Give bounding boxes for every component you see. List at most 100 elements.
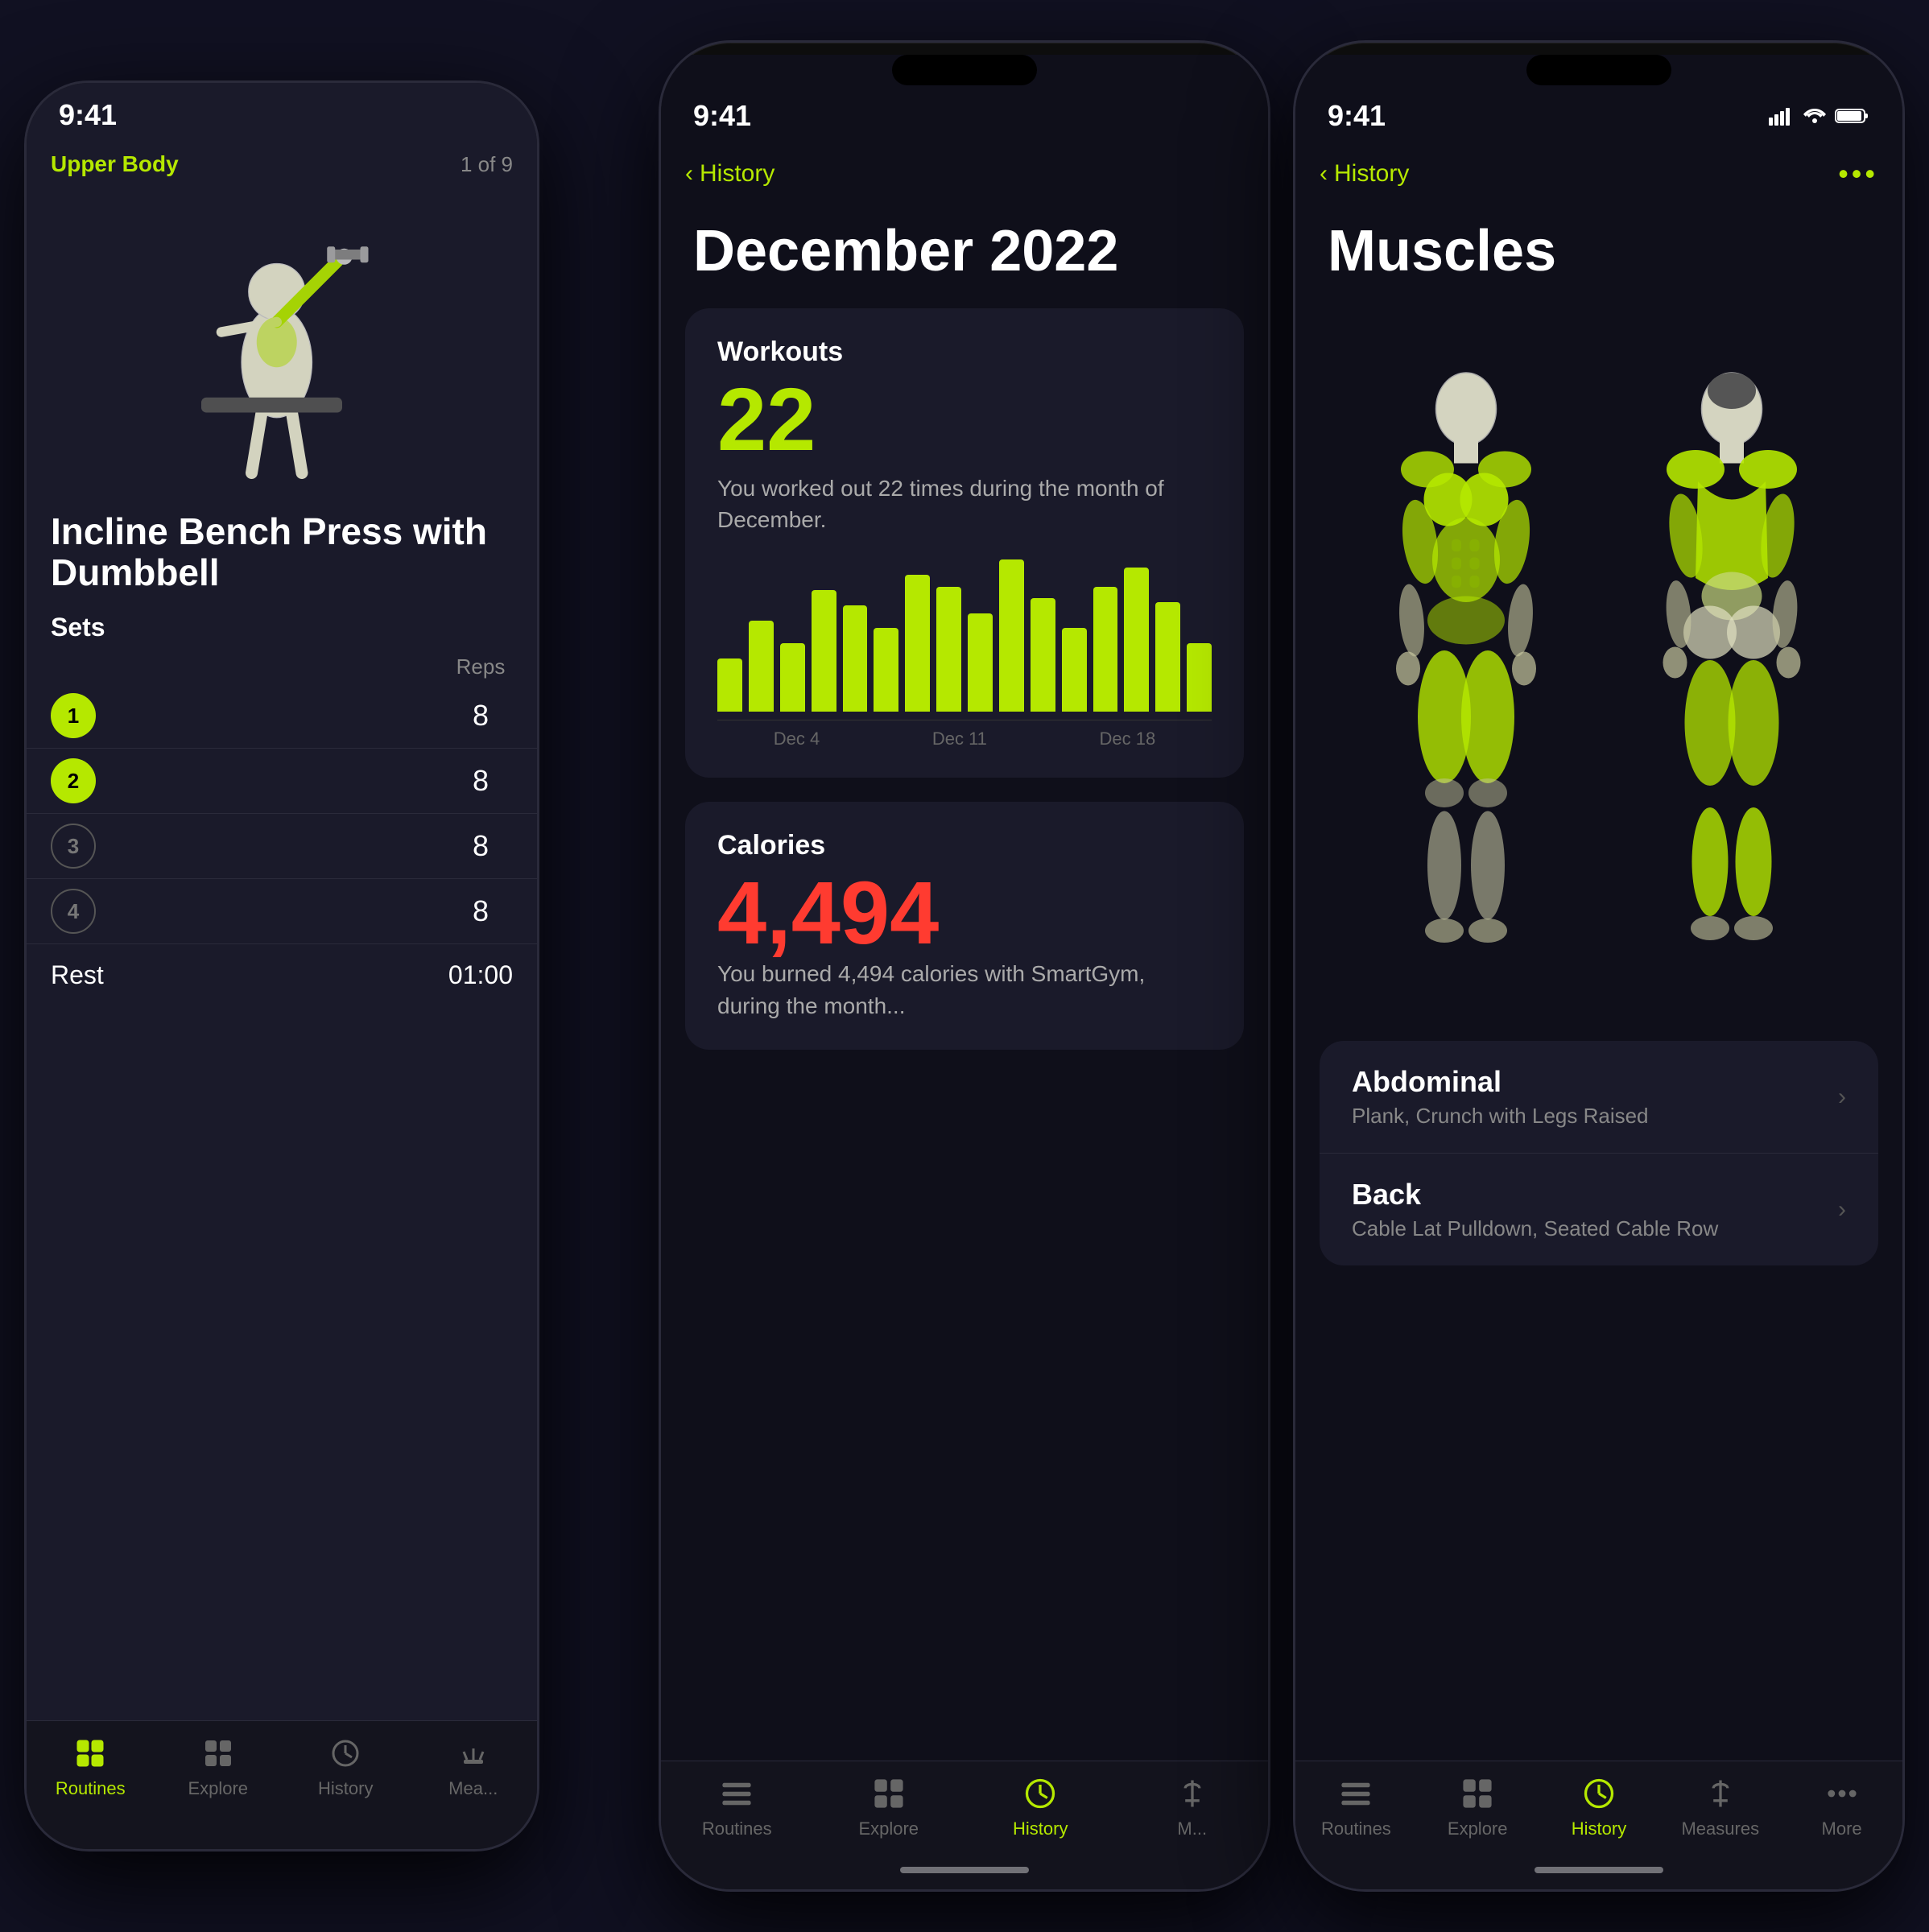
set-reps-2: 8	[448, 764, 513, 798]
reps-header: Reps	[448, 654, 513, 679]
measures-icon-right	[1700, 1773, 1741, 1814]
explore-icon-center	[869, 1773, 909, 1814]
bar-13	[1093, 587, 1118, 712]
back-chevron-right: ‹	[1320, 160, 1328, 188]
phone-left: 9:41 Upper Body 1 of 9	[24, 80, 539, 1852]
history-icon-right	[1579, 1773, 1619, 1814]
tab-label-routines-right: Routines	[1321, 1818, 1391, 1839]
tab-more-right[interactable]: More	[1781, 1773, 1902, 1839]
muscle-exercises-back: Cable Lat Pulldown, Seated Cable Row	[1352, 1216, 1718, 1241]
muscle-item-abdominal[interactable]: Abdominal Plank, Crunch with Legs Raised…	[1320, 1041, 1878, 1154]
status-bar-center: 9:41	[661, 89, 1268, 146]
workout-title: Upper Body	[51, 151, 179, 177]
bar-10	[999, 559, 1024, 712]
tab-history-center[interactable]: History	[964, 1773, 1117, 1839]
bar-2	[749, 621, 774, 712]
bar-9	[968, 613, 993, 712]
workouts-description: You worked out 22 times during the month…	[717, 473, 1212, 535]
phone-right: 9:41 ‹ History ••• Muscles	[1293, 40, 1905, 1892]
home-indicator-center	[900, 1867, 1029, 1873]
tab-label-more-center: M...	[1177, 1818, 1207, 1839]
tab-label-explore-left: Explore	[188, 1778, 248, 1799]
sets-label: Sets	[27, 597, 537, 650]
phones-container: 9:41 Upper Body 1 of 9	[0, 0, 1929, 1932]
bar-6	[874, 628, 898, 712]
set-number-3: 3	[51, 824, 96, 869]
chart-label-2: Dec 11	[932, 729, 987, 749]
bar-16	[1187, 643, 1212, 712]
tab-explore-left[interactable]: Explore	[155, 1733, 283, 1799]
workouts-title: Workouts	[717, 336, 1212, 368]
back-label-right: History	[1334, 160, 1409, 188]
routines-icon-center	[717, 1773, 757, 1814]
bar-14	[1124, 568, 1149, 712]
tab-label-history-center: History	[1013, 1818, 1068, 1839]
rest-row: Rest 01:00	[27, 944, 537, 1006]
back-chevron-center: ‹	[685, 160, 693, 188]
set-reps-3: 8	[448, 829, 513, 863]
muscle-list: Abdominal Plank, Crunch with Legs Raised…	[1320, 1041, 1878, 1265]
workout-header: Upper Body 1 of 9	[27, 139, 537, 189]
tab-label-history-right: History	[1572, 1818, 1626, 1839]
nav-bar-right: ‹ History •••	[1295, 146, 1902, 202]
history-icon-left	[325, 1733, 366, 1773]
muscle-item-back[interactable]: Back Cable Lat Pulldown, Seated Cable Ro…	[1320, 1154, 1878, 1265]
bar-15	[1155, 602, 1180, 712]
tab-routines-left[interactable]: Routines	[27, 1733, 155, 1799]
status-bar-left: 9:41	[27, 83, 537, 139]
phone-center: 9:41 ‹ History December 2022 Workouts 22…	[659, 40, 1270, 1892]
status-bar-right: 9:41	[1295, 89, 1902, 146]
home-indicator-right	[1535, 1867, 1663, 1873]
set-row-4[interactable]: 4 8	[27, 879, 537, 944]
set-row-1[interactable]: 1 8	[27, 683, 537, 749]
tab-routines-center[interactable]: Routines	[661, 1773, 813, 1839]
status-icons-right	[1769, 106, 1870, 126]
set-row-3[interactable]: 3 8	[27, 814, 537, 879]
history-icon-center	[1020, 1773, 1060, 1814]
muscle-name-abdominal: Abdominal	[1352, 1065, 1649, 1099]
back-button-right[interactable]: ‹ History	[1320, 160, 1409, 188]
tab-history-left[interactable]: History	[282, 1733, 410, 1799]
measures-icon-center	[1172, 1773, 1212, 1814]
tab-measures-right[interactable]: Measures	[1659, 1773, 1781, 1839]
set-number-4: 4	[51, 889, 96, 934]
bar-5	[843, 605, 868, 712]
muscle-figure-back	[1611, 300, 1853, 1025]
tab-explore-right[interactable]: Explore	[1417, 1773, 1539, 1839]
workouts-chart	[717, 559, 1212, 720]
tab-label-measures-right: Measures	[1681, 1818, 1759, 1839]
tab-label-measures-left: Mea...	[448, 1778, 498, 1799]
workout-counter: 1 of 9	[461, 152, 513, 177]
tab-history-right[interactable]: History	[1539, 1773, 1660, 1839]
tab-label-more-right: More	[1822, 1818, 1862, 1839]
tab-label-routines-center: Routines	[702, 1818, 772, 1839]
routines-icon-right	[1336, 1773, 1376, 1814]
chart-label-3: Dec 18	[1099, 729, 1155, 749]
set-number-2: 2	[51, 758, 96, 803]
more-button-right[interactable]: •••	[1838, 157, 1878, 190]
set-row-2[interactable]: 2 8	[27, 749, 537, 814]
nav-bar-center: ‹ History	[661, 146, 1268, 202]
chart-label-1: Dec 4	[774, 729, 820, 749]
set-reps-1: 8	[448, 699, 513, 733]
bar-1	[717, 658, 742, 712]
tab-measures-left[interactable]: Mea...	[410, 1733, 538, 1799]
calories-card: Calories 4,494 You burned 4,494 calories…	[685, 802, 1244, 1049]
chevron-back: ›	[1838, 1196, 1846, 1224]
exercise-name: Incline Bench Press with Dumbbell	[27, 495, 537, 597]
muscles-figure-container	[1295, 300, 1902, 1025]
time-center: 9:41	[693, 99, 751, 133]
explore-icon-right	[1457, 1773, 1497, 1814]
tab-more-center[interactable]: M...	[1117, 1773, 1269, 1839]
calories-number: 4,494	[717, 869, 1212, 958]
bar-4	[812, 590, 836, 712]
tab-explore-center[interactable]: Explore	[813, 1773, 965, 1839]
rest-label: Rest	[51, 960, 104, 990]
set-number-1: 1	[51, 693, 96, 738]
bar-11	[1031, 598, 1055, 712]
back-button-center[interactable]: ‹ History	[685, 160, 774, 188]
dynamic-island-right	[1526, 55, 1671, 85]
tab-routines-right[interactable]: Routines	[1295, 1773, 1417, 1839]
explore-icon	[198, 1733, 238, 1773]
tab-bar-left: Routines Explore History	[27, 1720, 537, 1849]
